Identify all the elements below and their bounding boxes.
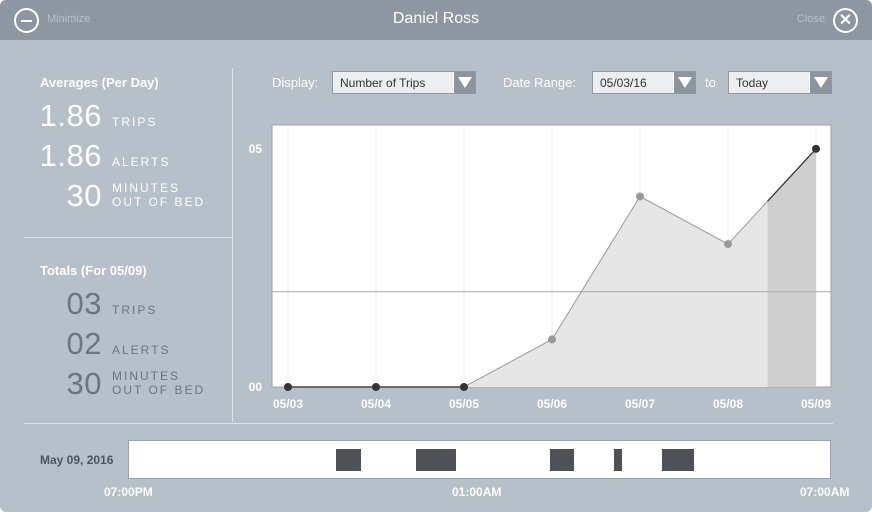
total-alerts-label: ALERTS bbox=[112, 343, 171, 357]
avg-minutes-value: 30 bbox=[66, 178, 102, 213]
close-label[interactable]: Close bbox=[797, 13, 825, 25]
range-start-select[interactable]: 05/03/16 bbox=[592, 71, 696, 94]
chart-y-tick-label: 00 bbox=[249, 380, 263, 394]
window-title: Daniel Ross bbox=[392, 10, 480, 27]
chart-x-tick-label: 05/04 bbox=[361, 397, 391, 411]
chart-y-tick-label: 05 bbox=[249, 142, 263, 156]
close-button[interactable]: ✕ bbox=[833, 8, 858, 33]
trips-chart: 05/03 05/04 05/05 05/06 05/07 05/08 05/09 00 05 bbox=[249, 124, 832, 411]
total-minutes-label-1: MINUTES bbox=[112, 369, 180, 383]
to-label: to bbox=[705, 75, 716, 90]
chart-point bbox=[372, 383, 380, 391]
timeline-date: May 09, 2016 bbox=[40, 453, 114, 467]
patient-window: Minimize Daniel Ross Close ✕ Averages (P… bbox=[0, 0, 872, 512]
timeline-event[interactable] bbox=[662, 449, 694, 471]
chart-point bbox=[724, 240, 732, 249]
total-trips-value: 03 bbox=[66, 286, 102, 321]
avg-alerts-label: ALERTS bbox=[112, 155, 171, 169]
chart-x-tick-label: 05/08 bbox=[713, 397, 743, 411]
chart-x-tick-label: 05/06 bbox=[537, 397, 567, 411]
timeline-tick-start: 07:00PM bbox=[104, 485, 153, 499]
timeline-event[interactable] bbox=[614, 449, 623, 471]
range-end-select[interactable]: Today bbox=[728, 71, 832, 94]
avg-alerts-value: 1.86 bbox=[39, 138, 102, 173]
timeline-tick-end: 07:00AM bbox=[800, 485, 850, 499]
avg-minutes-stat: 30 MINUTES OUT OF BED bbox=[40, 180, 230, 216]
dropdown-arrow-icon[interactable] bbox=[673, 72, 695, 93]
total-trips-stat: 03 TRIPS bbox=[40, 288, 230, 324]
timeline-tick-mid: 01:00AM bbox=[452, 485, 502, 499]
avg-trips-label: TRIPS bbox=[112, 115, 158, 129]
averages-heading: Averages (Per Day) bbox=[40, 75, 159, 90]
total-trips-label: TRIPS bbox=[112, 303, 158, 317]
chart-point bbox=[636, 192, 644, 201]
close-icon[interactable]: ✕ bbox=[839, 12, 852, 29]
display-select[interactable]: Number of Trips bbox=[332, 71, 476, 94]
total-alerts-stat: 02 ALERTS bbox=[40, 328, 230, 364]
dropdown-arrow-icon[interactable] bbox=[453, 72, 475, 93]
avg-alerts-stat: 1.86 ALERTS bbox=[40, 140, 230, 176]
chart-x-tick-label: 05/05 bbox=[449, 397, 479, 411]
chart-x-tick-label: 05/09 bbox=[801, 397, 831, 411]
avg-minutes-label-2: OUT OF BED bbox=[112, 195, 206, 209]
avg-minutes-label-1: MINUTES bbox=[112, 181, 180, 195]
total-alerts-value: 02 bbox=[66, 326, 102, 361]
chart-point bbox=[548, 335, 556, 344]
timeline-event[interactable] bbox=[415, 449, 457, 471]
chart-x-tick-label: 05/03 bbox=[273, 397, 303, 411]
dropdown-arrow-icon[interactable] bbox=[809, 72, 831, 93]
timeline-bar bbox=[128, 440, 831, 479]
avg-trips-stat: 1.86 TRIPS bbox=[40, 100, 230, 136]
date-range-label: Date Range: bbox=[503, 75, 576, 90]
timeline-divider bbox=[24, 423, 833, 424]
timeline-event[interactable] bbox=[335, 449, 362, 471]
total-minutes-value: 30 bbox=[66, 366, 102, 401]
avg-trips-value: 1.86 bbox=[39, 98, 102, 133]
display-value[interactable]: Number of Trips bbox=[340, 76, 425, 90]
chart-point bbox=[812, 144, 820, 153]
total-minutes-label-2: OUT OF BED bbox=[112, 383, 206, 397]
range-start-value[interactable]: 05/03/16 bbox=[600, 76, 647, 90]
chart-x-tick-label: 05/07 bbox=[625, 397, 655, 411]
chart-point bbox=[460, 383, 468, 391]
display-label: Display: bbox=[272, 75, 319, 90]
chart-point bbox=[284, 383, 292, 391]
stats-divider bbox=[24, 237, 232, 238]
timeline-event[interactable] bbox=[550, 449, 575, 471]
totals-heading: Totals (For 05/09) bbox=[40, 263, 147, 278]
title-bar: Minimize Daniel Ross Close ✕ bbox=[0, 0, 872, 40]
range-end-value[interactable]: Today bbox=[736, 76, 768, 90]
total-minutes-stat: 30 MINUTES OUT OF BED bbox=[40, 368, 230, 404]
